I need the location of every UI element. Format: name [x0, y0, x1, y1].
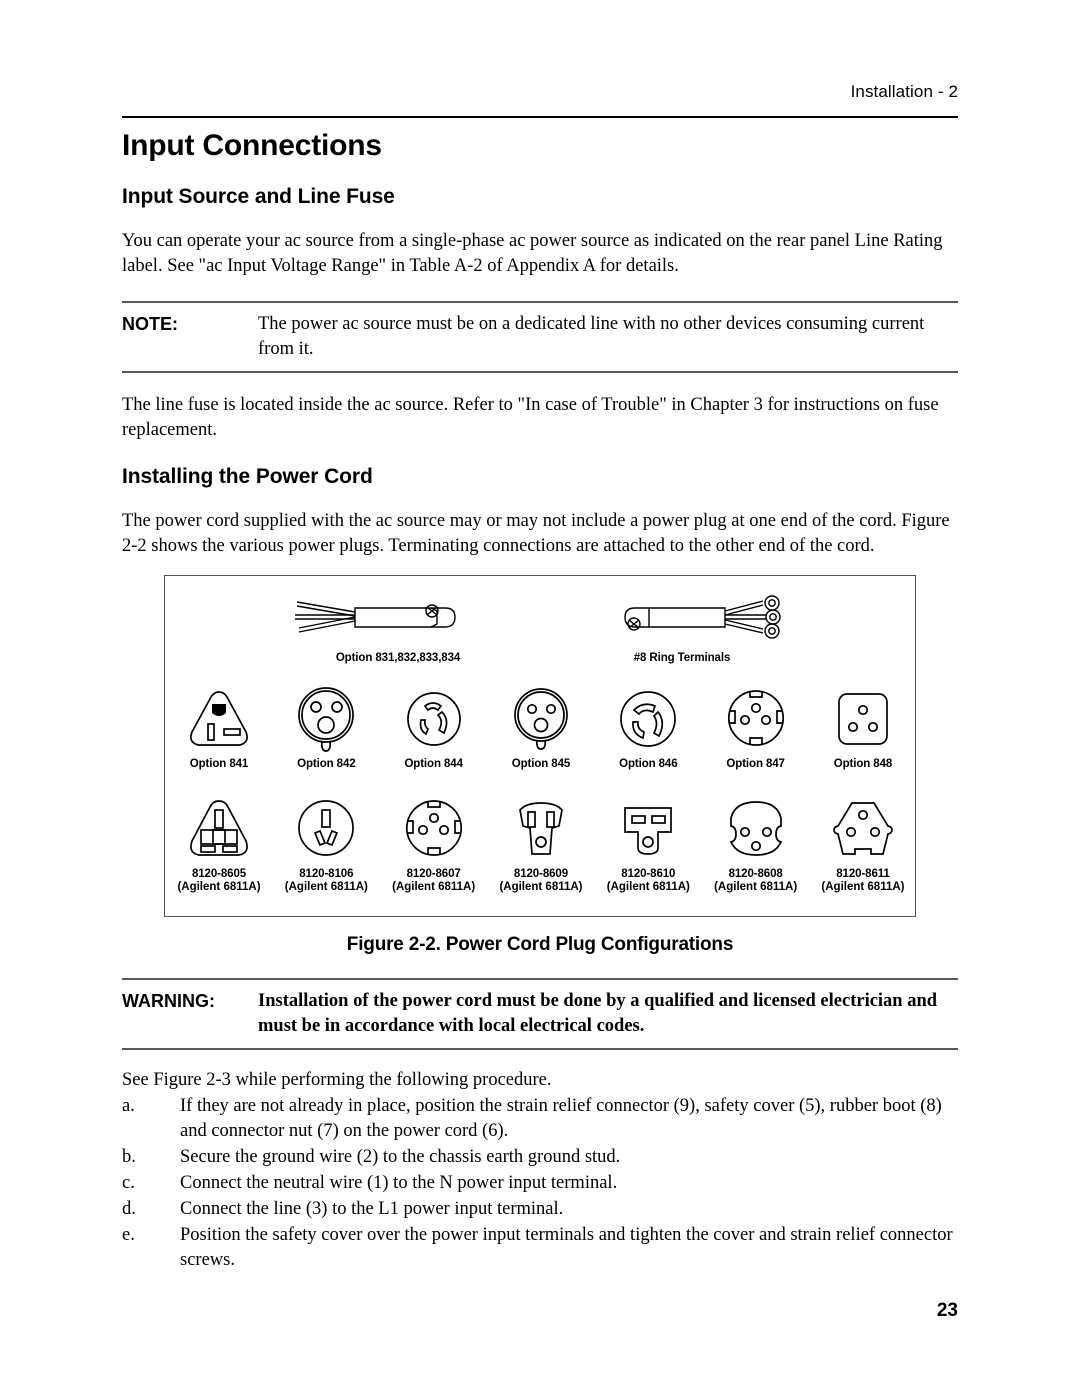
- header-rule: [122, 116, 958, 118]
- plug-option-848-icon: [838, 693, 888, 745]
- plug-cell-8120-8610: 8120-8610 (Agilent 6811A): [602, 794, 694, 894]
- note-text: The power ac source must be on a dedicat…: [258, 314, 925, 359]
- plug-label-847: Option 847: [726, 758, 785, 770]
- procedure-list: a. If they are not already in place, pos…: [122, 1094, 958, 1273]
- plug-label-842: Option 842: [297, 758, 356, 770]
- plug-8120-8608-icon: [729, 801, 782, 856]
- procedure-item-a: a. If they are not already in place, pos…: [122, 1094, 958, 1144]
- page-number: 23: [936, 1300, 958, 1321]
- plug-option-845-icon: [514, 688, 568, 750]
- plug-label-841: Option 841: [189, 758, 249, 770]
- plug-cell-847: Option 847: [710, 684, 802, 771]
- plug-label-8120-8605: 8120-8605: [191, 868, 247, 880]
- plug-row-options: Option 841 Option 842 Option 844 Option …: [173, 684, 909, 771]
- plug-sub-8120-8609: (Agilent 6811A): [499, 881, 583, 893]
- plug-cell-8120-8608: 8120-8608 (Agilent 6811A): [710, 794, 802, 894]
- procedure-text-a: If they are not already in place, positi…: [180, 1096, 942, 1141]
- procedure-text-b: Secure the ground wire (2) to the chassi…: [180, 1147, 621, 1167]
- procedure-intro: See Figure 2-3 while performing the foll…: [122, 1070, 552, 1090]
- section-title-power-cord: Installing the Power Cord: [122, 465, 373, 488]
- plug-option-844-icon: [406, 692, 461, 746]
- plug-cell-848: Option 848: [817, 684, 909, 771]
- page-content: Installation - 2 Input Connections Input…: [122, 0, 958, 1273]
- plug-cell-8120-8605: 8120-8605 (Agilent 6811A): [173, 794, 265, 894]
- plug-option-846-icon: [620, 691, 677, 747]
- plug-option-842-icon: [298, 687, 355, 752]
- plug-8120-8611-icon: [833, 802, 893, 855]
- plug-8120-8610-icon: [624, 807, 673, 855]
- procedure-text-d: Connect the line (3) to the L1 power inp…: [180, 1199, 564, 1219]
- plug-label-8120-8610: 8120-8610: [621, 868, 676, 880]
- plug-sub-8120-8610: (Agilent 6811A): [606, 881, 690, 893]
- procedure-text-e: Position the safety cover over the power…: [180, 1225, 953, 1270]
- plug-sub-8120-8607: (Agilent 6811A): [392, 881, 476, 893]
- plug-cell-846: Option 846: [602, 684, 694, 771]
- plug-option-841-icon: [190, 691, 248, 746]
- cord-cell-stripped: Option 831,832,833,834: [293, 590, 503, 665]
- cord-cell-ring: #8 Ring Terminals: [577, 590, 787, 665]
- procedure-item-c: c. Connect the neutral wire (1) to the N…: [122, 1171, 958, 1196]
- plug-label-8120-8106: 8120-8106: [299, 868, 354, 880]
- plug-cell-8120-8607: 8120-8607 (Agilent 6811A): [388, 794, 480, 894]
- document-page: Installation - 2 Input Connections Input…: [0, 0, 1080, 1397]
- plug-label-844: Option 844: [404, 758, 463, 770]
- paragraph-input-source: You can operate your ac source from a si…: [122, 231, 943, 276]
- plug-8120-8609-icon: [519, 802, 563, 855]
- plug-8120-8106-icon: [298, 800, 355, 856]
- note-block: NOTE: The power ac source must be on a d…: [122, 301, 958, 373]
- procedure-marker-e: e.: [122, 1225, 135, 1245]
- procedure-item-b: b. Secure the ground wire (2) to the cha…: [122, 1145, 958, 1170]
- procedure-text-c: Connect the neutral wire (1) to the N po…: [180, 1173, 618, 1193]
- procedure-item-e: e. Position the safety cover over the po…: [122, 1223, 958, 1273]
- procedure-marker-b: b.: [122, 1147, 136, 1167]
- plug-sub-8120-8608: (Agilent 6811A): [714, 881, 798, 893]
- plug-cell-8120-8609: 8120-8609 (Agilent 6811A): [495, 794, 587, 894]
- paragraph-power-cord: The power cord supplied with the ac sour…: [122, 511, 950, 556]
- plug-sub-8120-8611: (Agilent 6811A): [821, 881, 905, 893]
- page-title: Input Connections: [122, 129, 382, 162]
- procedure-marker-d: d.: [122, 1199, 136, 1219]
- plug-sub-8120-8106: (Agilent 6811A): [284, 881, 368, 893]
- plug-cell-8120-8106: 8120-8106 (Agilent 6811A): [280, 794, 372, 894]
- ring-terminals-cord-icon: [624, 595, 781, 639]
- running-head: Installation - 2: [850, 82, 958, 101]
- procedure-marker-a: a.: [122, 1096, 135, 1116]
- plug-row-part-numbers: 8120-8605 (Agilent 6811A) 8120-8106 (Agi…: [173, 794, 909, 894]
- plug-cell-845: Option 845: [495, 684, 587, 771]
- cord-label-stripped: Option 831,832,833,834: [335, 652, 461, 664]
- figure-caption: Figure 2-2. Power Cord Plug Configuratio…: [346, 934, 734, 955]
- plug-label-848: Option 848: [833, 758, 893, 770]
- section-title-input-source: Input Source and Line Fuse: [122, 185, 395, 208]
- warning-text: Installation of the power cord must be d…: [258, 991, 938, 1036]
- warning-block: WARNING: Installation of the power cord …: [122, 978, 958, 1050]
- plug-label-845: Option 845: [511, 758, 571, 770]
- plug-cell-8120-8611: 8120-8611 (Agilent 6811A): [817, 794, 909, 894]
- stripped-leads-cord-icon: [295, 601, 456, 633]
- warning-label: WARNING:: [122, 991, 215, 1011]
- plug-sub-8120-8605: (Agilent 6811A): [177, 881, 261, 893]
- plug-option-847-icon: [727, 690, 784, 746]
- plug-label-846: Option 846: [619, 758, 678, 770]
- plug-label-8120-8608: 8120-8608: [728, 868, 783, 880]
- plug-label-8120-8611: 8120-8611: [836, 868, 890, 880]
- note-label: NOTE:: [122, 314, 178, 334]
- plug-8120-8605-icon: [190, 800, 248, 856]
- plug-cell-842: Option 842: [280, 684, 372, 771]
- plug-cell-841: Option 841: [173, 684, 265, 771]
- procedure-item-d: d. Connect the line (3) to the L1 power …: [122, 1197, 958, 1222]
- cord-drawings-row: Option 831,832,833,834 #8 Ring Terminals: [165, 590, 915, 665]
- procedure-marker-c: c.: [122, 1173, 135, 1193]
- plug-8120-8607-icon: [405, 800, 462, 856]
- plug-label-8120-8607: 8120-8607: [406, 868, 461, 880]
- paragraph-line-fuse: The line fuse is located inside the ac s…: [122, 395, 939, 440]
- cord-label-ring: #8 Ring Terminals: [633, 652, 731, 664]
- plug-label-8120-8609: 8120-8609: [513, 868, 569, 880]
- figure-border: Option 831,832,833,834 #8 Ring Terminals…: [164, 575, 916, 917]
- figure-2-2: Option 831,832,833,834 #8 Ring Terminals…: [122, 575, 958, 956]
- plug-cell-844: Option 844: [388, 684, 480, 771]
